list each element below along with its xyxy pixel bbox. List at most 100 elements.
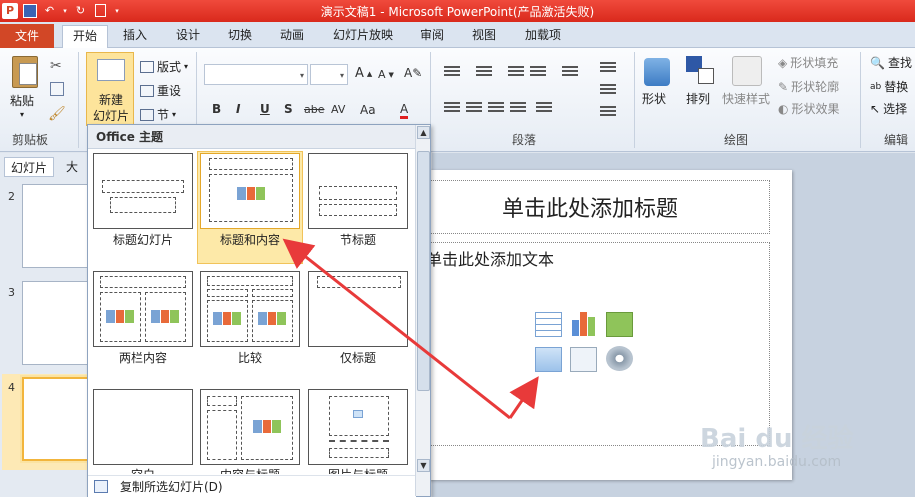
layout-label: 图片与标题 xyxy=(303,466,413,474)
tab-home[interactable]: 开始 xyxy=(62,25,108,49)
reset-button[interactable]: 重设 xyxy=(140,82,181,99)
paste-dropdown-icon[interactable]: ▾ xyxy=(20,110,24,119)
tab-animations[interactable]: 动画 xyxy=(270,25,314,48)
change-case-button[interactable]: Aa xyxy=(360,103,376,117)
copy-icon[interactable] xyxy=(50,82,64,96)
layout-title-slide[interactable] xyxy=(93,153,193,229)
slide-thumbnail[interactable] xyxy=(22,281,92,365)
insert-chart-icon[interactable] xyxy=(570,310,597,336)
increase-indent-icon[interactable] xyxy=(530,66,546,80)
section-label: 节 xyxy=(157,108,170,122)
slide-thumbnail-selected[interactable] xyxy=(22,377,92,461)
tab-insert[interactable]: 插入 xyxy=(113,25,157,48)
paste-button[interactable]: 粘贴 xyxy=(10,92,34,109)
layout-picture-with-caption[interactable] xyxy=(308,389,408,465)
layout-two-content[interactable] xyxy=(93,271,193,347)
layout-title-only[interactable] xyxy=(308,271,408,347)
layout-label: 空白 xyxy=(88,466,198,474)
cut-icon[interactable]: ✂ xyxy=(50,58,62,74)
layout-section-header[interactable] xyxy=(308,153,408,229)
duplicate-slide-menu-item[interactable]: 复制所选幻灯片(D) xyxy=(88,475,416,497)
layout-button[interactable]: 版式 ▾ xyxy=(140,58,188,75)
bold-button[interactable]: B xyxy=(212,102,221,116)
align-center-icon[interactable] xyxy=(466,102,482,116)
scroll-down-icon[interactable]: ▼ xyxy=(417,459,430,472)
content-placeholder[interactable] xyxy=(410,242,770,446)
paste-icon[interactable] xyxy=(12,56,38,88)
scroll-up-icon[interactable]: ▲ xyxy=(417,126,430,139)
tab-addins[interactable]: 加载项 xyxy=(516,25,570,48)
columns-icon[interactable] xyxy=(536,102,552,116)
tab-slides-pane[interactable]: 幻灯片 xyxy=(4,157,54,177)
scroll-thumb[interactable] xyxy=(417,151,430,391)
section-button[interactable]: 节 ▾ xyxy=(140,106,176,123)
cursor-icon: ↖ xyxy=(870,101,881,116)
strikethrough-button[interactable]: abe xyxy=(304,103,325,116)
smartart-icon[interactable] xyxy=(600,106,616,120)
content-icons xyxy=(258,312,287,325)
content-icons xyxy=(151,310,180,323)
grow-font-icon[interactable]: A ▲ xyxy=(355,66,372,81)
quick-styles-icon[interactable] xyxy=(732,56,762,86)
arrange-button[interactable]: 排列 xyxy=(686,90,710,107)
format-painter-icon[interactable]: 🖌 xyxy=(48,106,66,122)
align-right-icon[interactable] xyxy=(488,102,504,116)
new-slide-label-line2: 幻灯片 xyxy=(92,109,129,123)
new-slide-label-line1: 新建 xyxy=(98,93,123,107)
slide-thumbnail[interactable] xyxy=(22,184,92,268)
group-separator xyxy=(78,52,79,148)
align-text-icon[interactable] xyxy=(600,84,616,98)
title-placeholder[interactable]: 单击此处添加标题 xyxy=(410,180,770,234)
shape-fill-button[interactable]: ◈ 形状填充 xyxy=(778,54,838,71)
tab-transitions[interactable]: 切换 xyxy=(218,25,262,48)
clear-format-icon[interactable]: A✎ xyxy=(404,66,422,80)
shadow-button[interactable]: S xyxy=(284,102,293,116)
font-color-button[interactable]: A xyxy=(400,102,409,119)
quick-styles-button[interactable]: 快速样式 xyxy=(722,90,770,107)
font-size-select[interactable]: ▾ xyxy=(310,64,348,85)
italic-button[interactable]: I xyxy=(236,102,240,116)
tab-file[interactable]: 文件 xyxy=(0,24,54,48)
layout-content-with-caption[interactable] xyxy=(200,389,300,465)
shape-effect-button[interactable]: ◐ 形状效果 xyxy=(778,100,840,117)
gallery-scrollbar[interactable]: ▲ ▼ xyxy=(415,125,430,496)
tab-slideshow[interactable]: 幻灯片放映 xyxy=(326,25,400,48)
underline-button[interactable]: U xyxy=(260,102,270,116)
line-spacing-icon[interactable] xyxy=(562,66,578,80)
shape-outline-button[interactable]: ✎ 形状轮廓 xyxy=(778,78,839,95)
tab-outline-pane[interactable]: 大 xyxy=(58,157,86,177)
new-slide-button[interactable]: 新建 幻灯片 xyxy=(86,52,134,126)
bullets-icon[interactable] xyxy=(444,66,460,80)
justify-icon[interactable] xyxy=(510,102,526,116)
align-left-icon[interactable] xyxy=(444,102,460,116)
shrink-font-icon[interactable]: A ▼ xyxy=(378,68,394,81)
content-placeholder-text: 单击此处添加文本 xyxy=(426,250,555,269)
insert-table-icon[interactable] xyxy=(535,312,562,337)
layout-title-content[interactable] xyxy=(200,153,300,229)
tab-review[interactable]: 审阅 xyxy=(410,25,454,48)
insert-smartart-icon[interactable] xyxy=(606,312,633,337)
shapes-icon[interactable] xyxy=(644,58,670,86)
arrange-icon[interactable] xyxy=(686,56,716,86)
char-spacing-button[interactable]: AV xyxy=(331,103,345,116)
insert-clipart-icon[interactable] xyxy=(570,347,597,372)
decrease-indent-icon[interactable] xyxy=(508,66,524,80)
layout-comparison[interactable] xyxy=(200,271,300,347)
replace-button[interactable]: ab 替换 xyxy=(870,78,908,95)
select-button[interactable]: ↖ 选择 xyxy=(870,100,907,117)
text-direction-icon[interactable] xyxy=(600,62,616,76)
duplicate-slide-icon xyxy=(94,480,108,493)
layout-blank[interactable] xyxy=(93,389,193,465)
binoculars-icon: 🔍 xyxy=(870,55,885,70)
shapes-button[interactable]: 形状 xyxy=(642,90,666,107)
insert-picture-icon[interactable] xyxy=(535,347,562,372)
insert-media-icon[interactable] xyxy=(606,346,633,371)
baidu-watermark-url: jingyan.baidu.com xyxy=(712,454,842,470)
find-button[interactable]: 🔍 查找 xyxy=(870,54,912,71)
tab-view[interactable]: 视图 xyxy=(462,25,506,48)
tab-design[interactable]: 设计 xyxy=(166,25,210,48)
layout-label: 内容与标题 xyxy=(195,466,305,474)
content-icons xyxy=(237,187,266,200)
font-family-select[interactable]: ▾ xyxy=(204,64,308,85)
numbering-icon[interactable] xyxy=(476,66,492,80)
